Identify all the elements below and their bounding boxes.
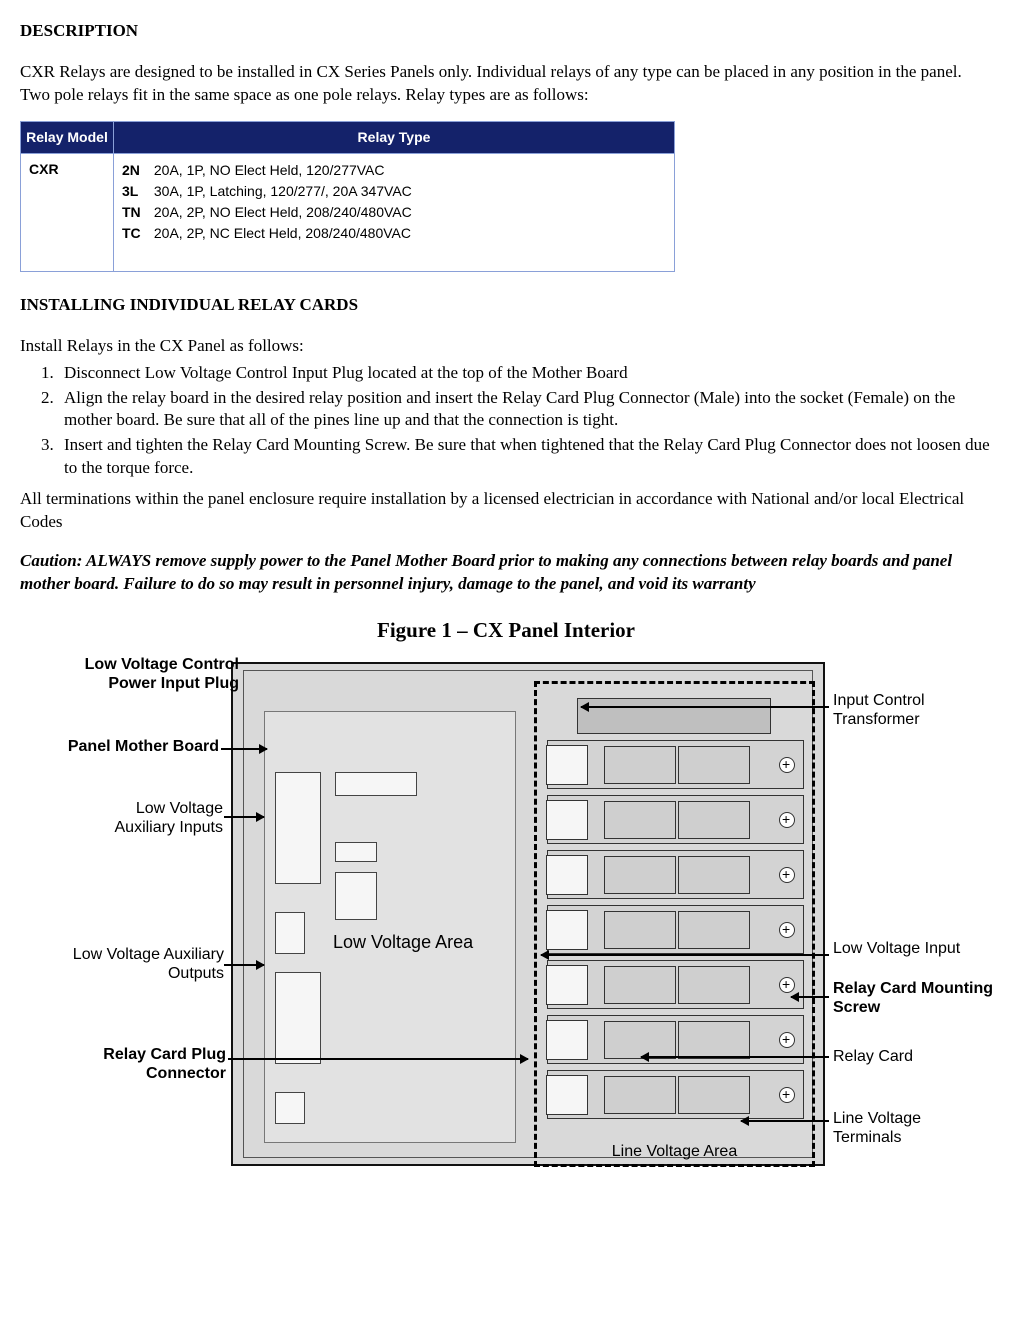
heading-description: DESCRIPTION [20, 20, 992, 43]
panel-interior: Low Voltage Area Line Voltage Area [243, 670, 813, 1158]
callout-relay-card: Relay Card [833, 1048, 953, 1066]
mid-block-1 [335, 842, 377, 862]
type-code: TN [122, 202, 150, 223]
th-relay-type: Relay Type [114, 121, 675, 153]
callout-aux-inputs: Low Voltage Auxiliary Inputs [83, 800, 223, 837]
heading-install: INSTALLING INDIVIDUAL RELAY CARDS [20, 294, 992, 317]
callout-line-terminals: Line Voltage Terminals [833, 1110, 973, 1147]
header-block [335, 772, 417, 796]
type-desc: 30A, 1P, Latching, 120/277/, 20A 347VAC [154, 183, 412, 199]
transformer-block [577, 698, 771, 734]
relay-row [547, 960, 804, 1009]
line-voltage-area: Line Voltage Area [534, 681, 815, 1167]
arrow-icon [224, 964, 264, 966]
arrow-icon [791, 996, 829, 998]
callout-lv-input: Low Voltage Input [833, 940, 963, 958]
low-voltage-area: Low Voltage Area [264, 711, 516, 1143]
td-relay-types: 2N 20A, 1P, NO Elect Held, 120/277VAC 3L… [114, 153, 675, 271]
install-step: Insert and tighten the Relay Card Mounti… [58, 434, 992, 480]
install-note: All terminations within the panel enclos… [20, 488, 992, 534]
type-desc: 20A, 2P, NO Elect Held, 208/240/480VAC [154, 204, 412, 220]
install-step: Disconnect Low Voltage Control Input Plu… [58, 362, 992, 385]
relay-row [547, 740, 804, 789]
install-step: Align the relay board in the desired rel… [58, 387, 992, 433]
callout-transformer: Input Control Transformer [833, 692, 983, 729]
line-voltage-area-label: Line Voltage Area [537, 1141, 812, 1163]
type-code: 2N [122, 160, 150, 181]
td-relay-model: CXR [21, 153, 114, 271]
figure-cx-panel: Low Voltage Area Line Voltage Area Low V… [21, 650, 991, 1180]
type-code: 3L [122, 181, 150, 202]
jumper-block-2 [275, 1092, 305, 1124]
relay-row [547, 905, 804, 954]
aux-outputs-block [275, 972, 321, 1064]
relay-table: Relay Model Relay Type CXR 2N 20A, 1P, N… [20, 121, 675, 272]
arrow-icon [741, 1120, 829, 1122]
callout-lv-plug: Low Voltage Control Power Input Plug [69, 656, 239, 693]
arrow-icon [581, 706, 829, 708]
relay-row [547, 1070, 804, 1119]
relay-row [547, 795, 804, 844]
install-intro: Install Relays in the CX Panel as follow… [20, 335, 992, 358]
lv-area-label: Low Voltage Area [333, 932, 473, 954]
arrow-icon [221, 748, 267, 750]
caution-text: Caution: ALWAYS remove supply power to t… [20, 550, 992, 596]
arrow-icon [228, 1058, 528, 1060]
jumper-block-1 [275, 912, 305, 954]
arrow-icon [641, 1056, 829, 1058]
callout-plug-connector: Relay Card Plug Connector [71, 1046, 226, 1083]
callout-aux-outputs: Low Voltage Auxiliary Outputs [59, 946, 224, 983]
install-steps-list: Disconnect Low Voltage Control Input Plu… [58, 362, 992, 481]
figure-title: Figure 1 – CX Panel Interior [20, 616, 992, 644]
type-desc: 20A, 2P, NC Elect Held, 208/240/480VAC [154, 225, 411, 241]
panel-enclosure: Low Voltage Area Line Voltage Area [231, 662, 825, 1166]
arrow-icon [224, 816, 264, 818]
mid-block-2 [335, 872, 377, 920]
relay-row [547, 850, 804, 899]
type-code: TC [122, 223, 150, 244]
aux-inputs-block [275, 772, 321, 884]
arrow-icon [541, 954, 829, 956]
th-relay-model: Relay Model [21, 121, 114, 153]
description-paragraph: CXR Relays are designed to be installed … [20, 61, 992, 107]
type-desc: 20A, 1P, NO Elect Held, 120/277VAC [154, 162, 385, 178]
callout-mount-screw: Relay Card Mounting Screw [833, 980, 1003, 1017]
callout-mother-board: Panel Mother Board [39, 738, 219, 756]
